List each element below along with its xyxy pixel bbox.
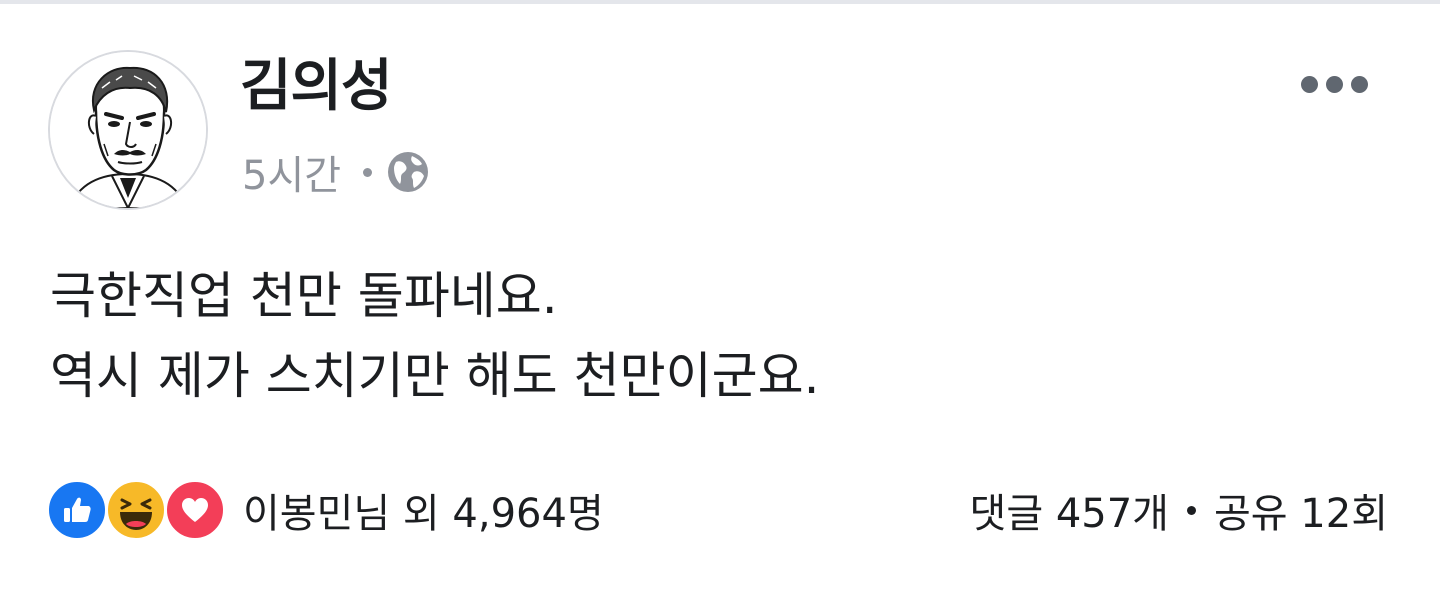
- share-count[interactable]: 공유 12회: [1214, 481, 1388, 539]
- comment-count[interactable]: 댓글 457개: [970, 481, 1169, 539]
- more-options-button[interactable]: [1294, 66, 1374, 102]
- post-timestamp[interactable]: 5시간: [242, 143, 341, 201]
- post-body-line: 역시 제가 스치기만 해도 천만이군요.: [50, 347, 820, 405]
- more-options-icon: [1300, 75, 1318, 93]
- stats-separator-dot: [1186, 505, 1196, 515]
- post-meta: 5시간: [242, 143, 430, 201]
- reaction-count[interactable]: 이봉민님 외 4,964명: [243, 481, 604, 539]
- meta-separator-dot: [363, 167, 373, 177]
- engagement-stats: 댓글 457개 공유 12회: [970, 478, 1388, 542]
- reaction-icons: [46, 479, 226, 541]
- globe-icon[interactable]: [386, 150, 430, 194]
- love-icon: [164, 479, 226, 541]
- author-name[interactable]: 김의성: [240, 52, 393, 122]
- top-divider: [0, 0, 1440, 4]
- post-body: 극한직업 천만 돌파네요. 역시 제가 스치기만 해도 천만이군요.: [50, 256, 1350, 416]
- reactions-summary[interactable]: 이봉민님 외 4,964명: [46, 478, 604, 542]
- haha-icon: [105, 479, 167, 541]
- avatar-caricature-icon: [50, 52, 206, 208]
- like-icon: [46, 479, 108, 541]
- post-body-line: 극한직업 천만 돌파네요.: [50, 267, 558, 325]
- avatar[interactable]: [48, 50, 208, 210]
- more-options-icon: [1350, 75, 1368, 93]
- more-options-icon: [1325, 75, 1343, 93]
